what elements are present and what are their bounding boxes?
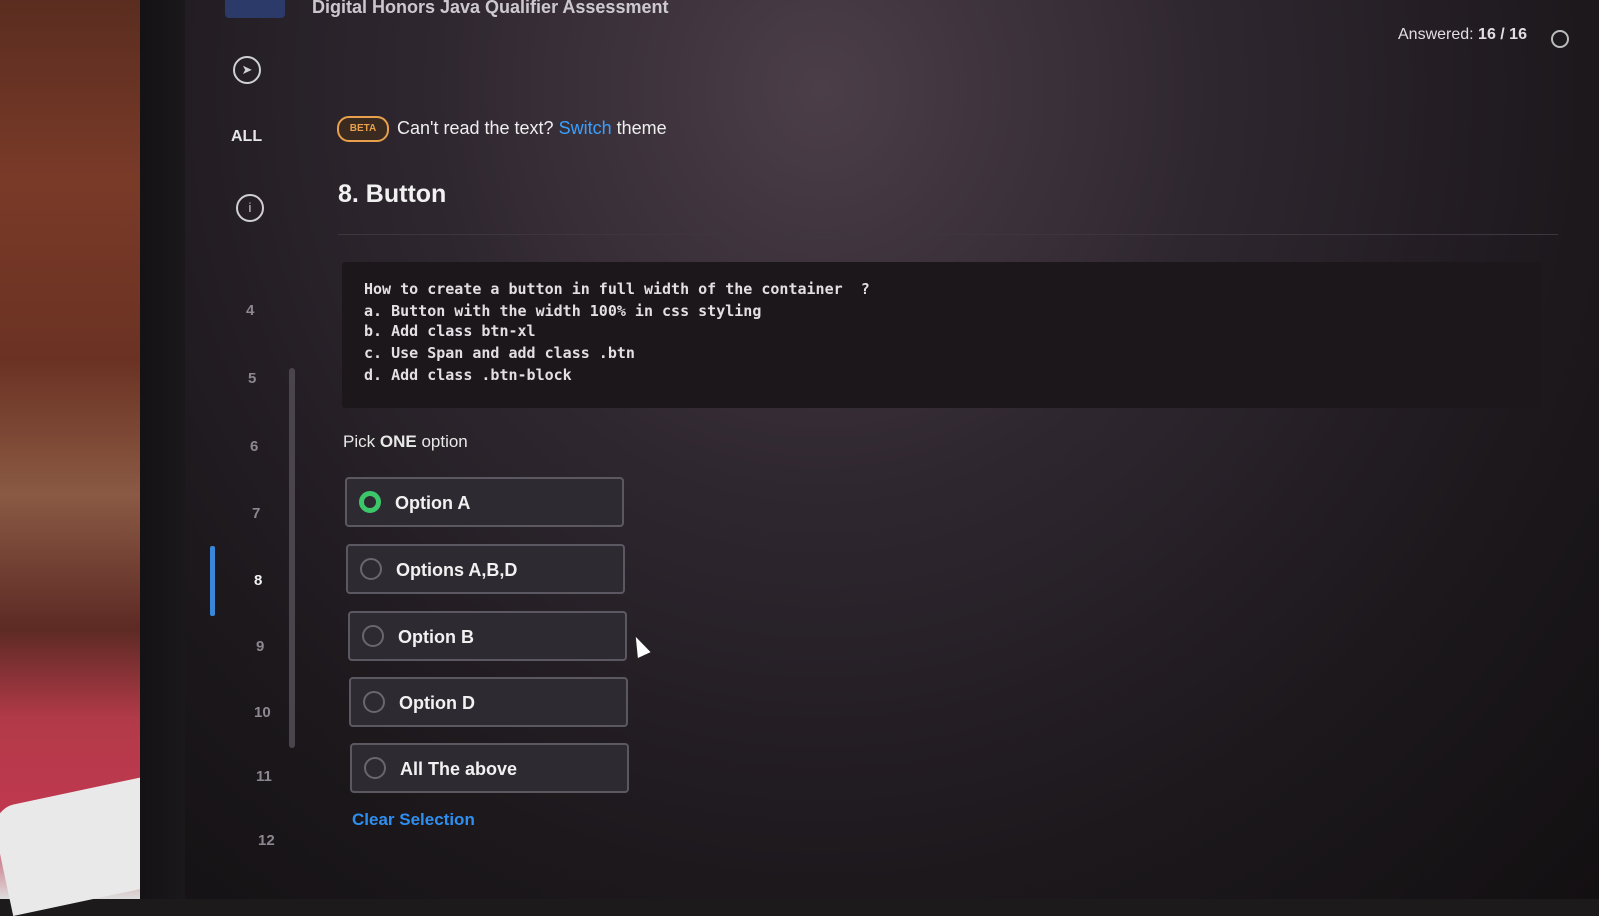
nav-question-9[interactable]: 9 <box>256 638 264 655</box>
timer-icon[interactable] <box>1551 30 1569 48</box>
option-label: Option A <box>395 493 471 513</box>
pick-instruction: Pick ONE option <box>343 432 468 452</box>
radio-icon[interactable] <box>362 625 384 647</box>
theme-notice-text: Can't read the text? <box>397 118 554 138</box>
nav-question-4[interactable]: 4 <box>246 302 254 319</box>
answered-label: Answered: <box>1398 26 1474 43</box>
divider <box>338 234 1558 235</box>
nav-question-6[interactable]: 6 <box>250 438 258 455</box>
radio-selected-icon[interactable] <box>359 491 381 513</box>
pick-suffix: option <box>421 432 468 451</box>
nav-question-7[interactable]: 7 <box>252 505 260 522</box>
theme-notice-suffix: theme <box>616 118 667 138</box>
radio-icon[interactable] <box>364 757 386 779</box>
clear-selection-link[interactable]: Clear Selection <box>352 810 475 830</box>
question-line: b. Add class btn-xl <box>364 322 536 340</box>
pick-prefix: Pick <box>343 432 376 451</box>
option-abd[interactable]: Options A,B,D <box>346 544 625 594</box>
question-line: How to create a button in full width of … <box>364 280 870 298</box>
answered-counter: Answered: 16 / 16 <box>1398 26 1527 44</box>
option-label: All The above <box>400 759 518 779</box>
info-icon[interactable]: i <box>236 194 264 222</box>
nav-question-12[interactable]: 12 <box>258 832 275 849</box>
assessment-title: Digital Honors Java Qualifier Assessment <box>312 0 669 17</box>
answered-value: 16 / 16 <box>1478 26 1527 43</box>
app-logo <box>225 0 285 18</box>
option-a[interactable]: Option A <box>345 477 624 527</box>
radio-icon[interactable] <box>363 691 385 713</box>
option-b[interactable]: Option B <box>348 611 627 661</box>
nav-question-11[interactable]: 11 <box>256 768 272 785</box>
beta-badge: BETA <box>337 116 389 142</box>
question-line: c. Use Span and add class .btn <box>364 344 635 362</box>
nav-question-5[interactable]: 5 <box>248 370 256 387</box>
nav-question-10[interactable]: 10 <box>254 704 271 721</box>
option-label: Options A,B,D <box>396 560 518 580</box>
radio-icon[interactable] <box>360 558 382 580</box>
nav-scrollbar[interactable] <box>289 368 295 748</box>
theme-notice: Can't read the text? Switch theme <box>397 118 667 139</box>
pick-bold: ONE <box>379 432 417 451</box>
nav-all[interactable]: ALL <box>231 128 262 146</box>
question-title: 8. Button <box>338 180 447 208</box>
option-label: Option B <box>398 627 474 647</box>
question-line: a. Button with the width 100% in css sty… <box>364 302 762 320</box>
option-d[interactable]: Option D <box>349 677 628 727</box>
option-label: Option D <box>399 693 475 713</box>
option-all[interactable]: All The above <box>350 743 629 793</box>
compass-icon[interactable]: ➤ <box>233 56 261 84</box>
nav-question-8[interactable]: 8 <box>254 572 262 589</box>
nav-active-indicator <box>210 546 215 616</box>
question-line: d. Add class .btn-block <box>364 366 572 384</box>
switch-theme-link[interactable]: Switch <box>559 118 612 138</box>
